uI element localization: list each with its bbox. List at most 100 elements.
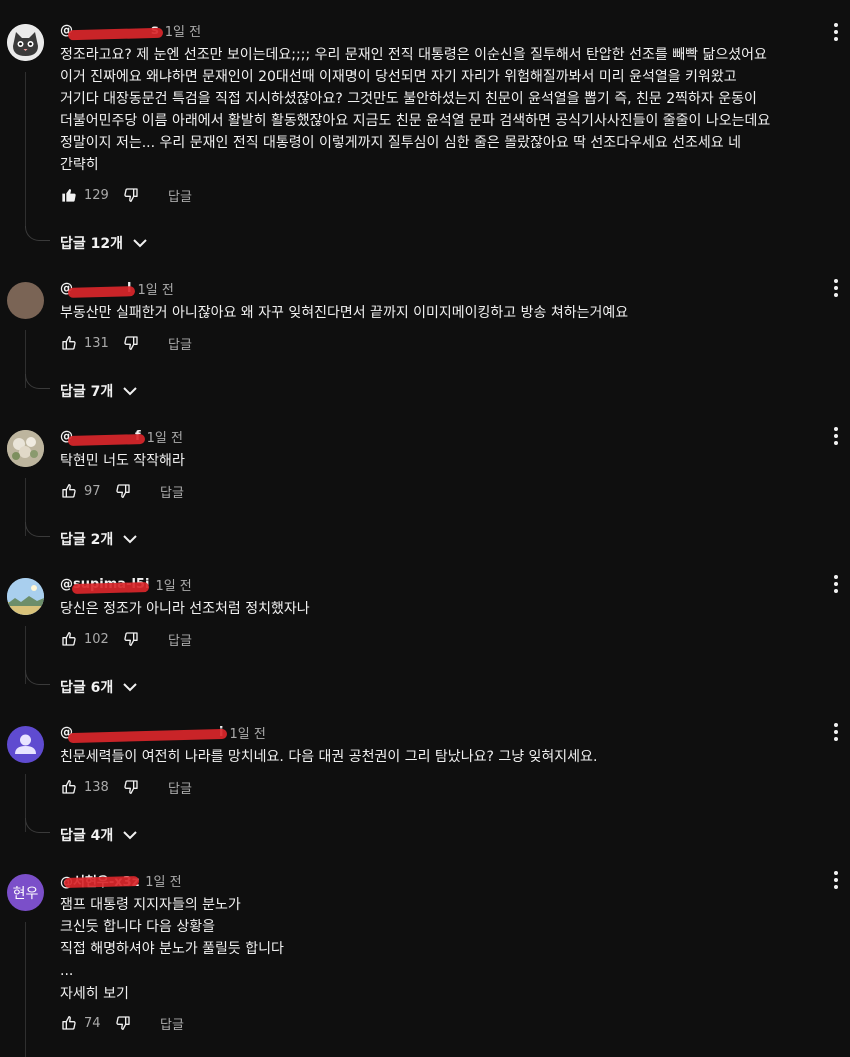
comment-header: @l 1일 전 — [60, 278, 174, 298]
show-replies-button[interactable]: 답글 4개 — [60, 823, 137, 847]
comment-header: @i 1일 전 — [60, 722, 266, 743]
show-replies-button[interactable]: 답글 2개 — [60, 527, 137, 551]
thread-elbow — [25, 374, 50, 389]
read-more-link[interactable]: 자세히 보기 — [60, 983, 129, 1003]
thread-elbow — [25, 226, 50, 241]
thread-elbow — [25, 522, 50, 537]
author-handle[interactable]: @l — [60, 281, 136, 298]
landscape-avatar[interactable] — [7, 578, 44, 615]
comment-text: 부동산만 실패한거 아니잖아요 왜 자꾸 잊혀진다면서 끝까지 이미지메이킹하고… — [60, 305, 629, 321]
dislike-icon[interactable] — [122, 186, 140, 204]
dislike-icon[interactable] — [122, 334, 140, 352]
like-icon[interactable] — [60, 334, 78, 352]
replies-label: 답글 7개 — [60, 384, 114, 400]
redaction-mark — [63, 875, 140, 888]
comment-time[interactable]: 1일 전 — [165, 21, 201, 40]
author-handle[interactable]: @f — [60, 429, 145, 446]
replies-label: 답글 6개 — [60, 680, 114, 696]
thread-elbow — [25, 670, 50, 685]
comment-header: @s 1일 전 — [60, 20, 201, 40]
like-icon[interactable] — [60, 1014, 78, 1032]
letter-avatar[interactable]: 현우 — [7, 874, 44, 911]
comment-text: 탁현민 너도 작작해라 — [60, 453, 185, 469]
avatar-letters: 현우 — [12, 885, 39, 902]
cat-avatar[interactable] — [7, 24, 44, 61]
reply-button[interactable]: 답글 — [160, 1014, 184, 1033]
like-count: 131 — [84, 335, 109, 351]
more-actions-icon[interactable] — [830, 722, 842, 742]
show-replies-button[interactable]: 답글 7개 — [60, 379, 137, 403]
reply-button[interactable]: 답글 — [168, 334, 192, 353]
replies-label: 답글 12개 — [60, 236, 123, 252]
default-user-avatar[interactable] — [7, 726, 44, 763]
thread-elbow — [25, 818, 50, 833]
comment-actions: 131 답글 — [60, 333, 192, 353]
comment-header: @f 1일 전 — [60, 426, 183, 446]
comment-time[interactable]: 1일 전 — [137, 279, 173, 298]
like-count: 74 — [84, 1015, 101, 1031]
more-actions-icon[interactable] — [830, 426, 842, 446]
show-replies-button[interactable]: 답글 6개 — [60, 675, 137, 699]
brown-avatar[interactable] — [7, 282, 44, 319]
like-count: 138 — [84, 779, 109, 795]
like-icon[interactable] — [60, 630, 78, 648]
comment-text: 정조라고요? 제 눈엔 선조만 보이는데요;;;; 우리 문재인 전직 대통령은… — [60, 47, 771, 173]
flower-avatar[interactable] — [7, 430, 44, 467]
more-actions-icon[interactable] — [830, 574, 842, 594]
reply-button[interactable]: 답글 — [168, 778, 192, 797]
reply-button[interactable]: 답글 — [168, 186, 192, 205]
dislike-icon[interactable] — [114, 1014, 132, 1032]
dislike-icon[interactable] — [122, 630, 140, 648]
author-handle[interactable]: @s — [60, 23, 163, 40]
like-icon[interactable] — [60, 778, 78, 796]
author-handle[interactable]: @서현우-x3z — [60, 871, 140, 890]
comment-text: 당신은 정조가 아니라 선조처럼 정치했자나 — [60, 601, 310, 617]
show-replies-button[interactable]: 답글 12개 — [60, 231, 147, 255]
comment-actions: 74 답글 — [60, 1013, 184, 1033]
chevron-down-icon — [123, 830, 137, 840]
user-silhouette-icon — [15, 734, 36, 754]
flower-icon — [7, 430, 44, 467]
comment-actions: 138 답글 — [60, 777, 192, 797]
like-count: 97 — [84, 483, 101, 499]
dislike-icon[interactable] — [114, 482, 132, 500]
comment-actions: 129 답글 — [60, 185, 192, 205]
author-handle[interactable]: @supima-l5i — [60, 577, 150, 594]
comment-actions: 97 답글 — [60, 481, 184, 501]
comment-header: @supima-l5i 1일 전 — [60, 574, 192, 594]
cat-icon — [7, 24, 44, 61]
replies-label: 답글 2개 — [60, 532, 114, 548]
more-actions-icon[interactable] — [830, 22, 842, 42]
thread-line — [25, 72, 26, 228]
more-actions-icon[interactable] — [830, 870, 842, 890]
chevron-down-icon — [133, 238, 147, 248]
comment-time[interactable]: 1일 전 — [147, 427, 183, 446]
comment-text: 잼프 대통령 지지자들의 분노가 크신듯 합니다 다음 상황을 직접 해명하셔야… — [60, 897, 284, 979]
redaction-mark — [67, 27, 163, 40]
comment-text: 친문세력들이 여전히 나라를 망치네요. 다음 대권 공천권이 그리 탐났나요?… — [60, 749, 598, 765]
author-handle[interactable]: @i — [60, 725, 228, 743]
dislike-icon[interactable] — [122, 778, 140, 796]
like-count: 102 — [84, 631, 109, 647]
comment-time[interactable]: 1일 전 — [155, 575, 191, 594]
redaction-mark — [67, 728, 228, 743]
reply-button[interactable]: 답글 — [160, 482, 184, 501]
redaction-mark — [67, 285, 136, 298]
chevron-down-icon — [123, 682, 137, 692]
like-count: 129 — [84, 187, 109, 203]
chevron-down-icon — [123, 534, 137, 544]
comment-time[interactable]: 1일 전 — [145, 871, 181, 890]
replies-label: 답글 4개 — [60, 828, 114, 844]
comment-header: @서현우-x3z 1일 전 — [60, 870, 182, 890]
comment-time[interactable]: 1일 전 — [229, 723, 265, 742]
landscape-icon — [7, 578, 44, 615]
reply-button[interactable]: 답글 — [168, 630, 192, 649]
like-icon[interactable] — [60, 482, 78, 500]
redaction-mark — [67, 433, 145, 446]
thread-line — [25, 922, 26, 1057]
like-icon[interactable] — [60, 186, 78, 204]
more-actions-icon[interactable] — [830, 278, 842, 298]
comment-actions: 102 답글 — [60, 629, 192, 649]
chevron-down-icon — [123, 386, 137, 396]
redaction-mark — [71, 581, 150, 594]
